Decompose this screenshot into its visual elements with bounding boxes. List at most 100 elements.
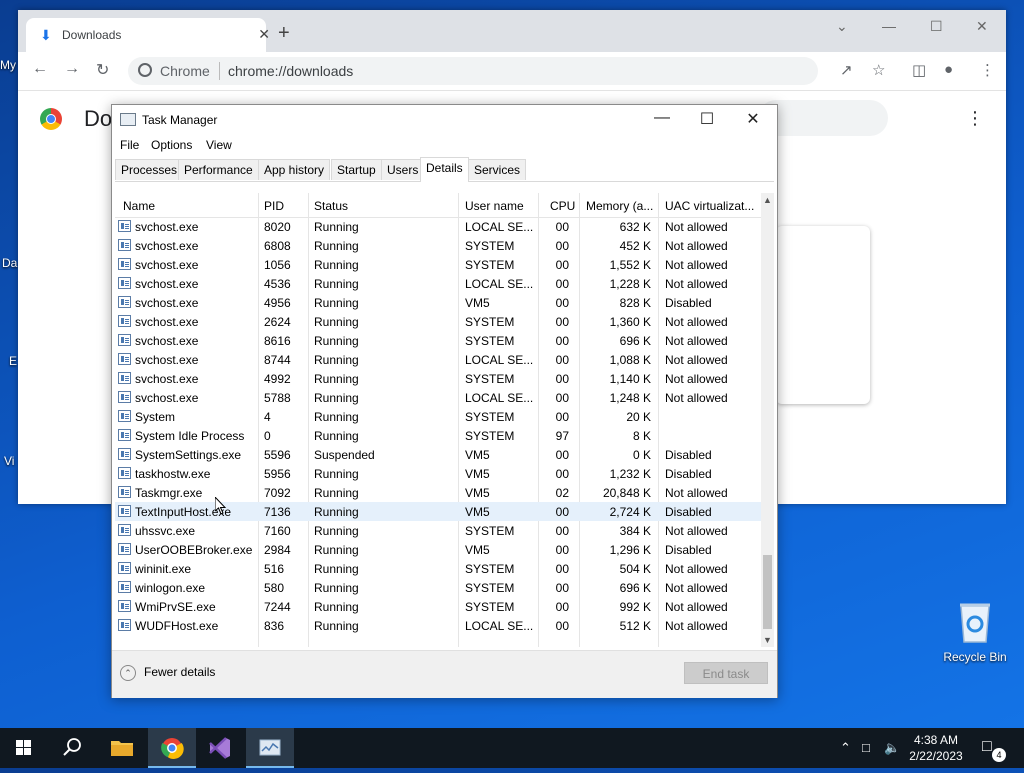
recycle-bin-icon[interactable]: Recycle Bin bbox=[940, 600, 1010, 664]
new-tab-icon[interactable]: + bbox=[278, 22, 290, 45]
column-header-name[interactable]: Name bbox=[123, 199, 155, 213]
column-header-uac[interactable]: UAC virtualizat... bbox=[665, 199, 754, 213]
desktop-icon-label[interactable]: My bbox=[0, 58, 16, 72]
minimize-icon[interactable]: — bbox=[882, 18, 896, 34]
site-info-icon[interactable] bbox=[138, 63, 152, 77]
desktop-icon-label[interactable]: Vi bbox=[4, 454, 14, 468]
process-name: System Idle Process bbox=[135, 429, 245, 443]
tab-startup[interactable]: Startup bbox=[331, 159, 382, 180]
minimize-icon[interactable]: — bbox=[647, 109, 677, 127]
column-header-status[interactable]: Status bbox=[314, 199, 348, 213]
maximize-icon[interactable]: ☐ bbox=[930, 18, 943, 35]
column-header-pid[interactable]: PID bbox=[264, 199, 284, 213]
profile-avatar-icon[interactable]: ● bbox=[944, 61, 953, 78]
process-uac: Not allowed bbox=[665, 334, 728, 348]
notification-center-icon[interactable]: □ bbox=[982, 738, 992, 756]
process-cpu: 00 bbox=[555, 524, 569, 538]
reload-icon[interactable]: ↻ bbox=[96, 60, 109, 80]
tab-performance[interactable]: Performance bbox=[178, 159, 259, 180]
address-bar[interactable]: Chrome chrome://downloads bbox=[128, 57, 818, 85]
table-row[interactable]: svchost.exe 1056 Running SYSTEM 00 1,552 K Not… bbox=[115, 255, 761, 274]
desktop-icon-label[interactable]: E bbox=[9, 354, 17, 368]
chrome-menu-icon[interactable]: ⋮ bbox=[980, 61, 995, 79]
clock[interactable]: 4:38 AM 2/22/2023 bbox=[904, 732, 968, 764]
process-user: SYSTEM bbox=[465, 429, 515, 443]
tab-services[interactable]: Services bbox=[468, 159, 527, 180]
scroll-down-icon[interactable]: ▼ bbox=[763, 635, 772, 645]
desktop-icon-label[interactable]: Da bbox=[2, 256, 17, 270]
process-user: VM5 bbox=[465, 505, 490, 519]
vertical-scrollbar[interactable]: ▲ ▼ bbox=[761, 193, 774, 647]
table-row[interactable]: WmiPrvSE.exe 7244 Running SYSTEM 00 992 K Not … bbox=[115, 597, 761, 616]
table-row[interactable]: Taskmgr.exe 7092 Running VM5 02 20,848 K Not a… bbox=[115, 483, 761, 502]
tab-details[interactable]: Details bbox=[420, 157, 469, 182]
tab-users[interactable]: Users bbox=[381, 159, 425, 180]
show-hidden-icons-icon[interactable]: ⌃ bbox=[840, 740, 851, 756]
table-row[interactable]: WUDFHost.exe 836 Running LOCAL SE... 00 512 K… bbox=[115, 616, 761, 635]
tab-processes[interactable]: Processes bbox=[115, 159, 184, 180]
volume-icon[interactable]: 🔈 bbox=[884, 740, 900, 756]
column-header-memory[interactable]: Memory (a... bbox=[586, 199, 653, 213]
process-cpu: 00 bbox=[555, 220, 569, 234]
table-row[interactable]: wininit.exe 516 Running SYSTEM 00 504 K Not al… bbox=[115, 559, 761, 578]
menu-file[interactable]: File bbox=[120, 138, 139, 152]
bookmark-star-icon[interactable]: ☆ bbox=[872, 61, 885, 79]
table-row[interactable]: TextInputHost.exe 7136 Running VM5 00 2,724 K… bbox=[115, 502, 761, 521]
url-text[interactable]: chrome://downloads bbox=[228, 63, 353, 79]
column-header-user-name[interactable]: User name bbox=[465, 199, 524, 213]
fewer-details-button[interactable]: ⌃ Fewer details bbox=[120, 665, 215, 681]
table-row[interactable]: svchost.exe 6808 Running SYSTEM 00 452 K Not a… bbox=[115, 236, 761, 255]
title-bar[interactable]: Task Manager — ☐ ✕ bbox=[112, 105, 777, 135]
task-manager-window[interactable]: Task Manager — ☐ ✕ File Options View Pro… bbox=[111, 104, 778, 698]
chrome-taskbar-button[interactable] bbox=[148, 728, 196, 768]
visual-studio-button[interactable] bbox=[196, 728, 244, 768]
process-icon bbox=[118, 391, 131, 403]
table-row[interactable]: System Idle Process 0 Running SYSTEM 97 8 K bbox=[115, 426, 761, 445]
tab-downloads[interactable]: ⬇ Downloads ✕ bbox=[26, 18, 270, 52]
end-task-button[interactable]: End task bbox=[684, 662, 768, 684]
forward-icon[interactable]: → bbox=[64, 60, 80, 78]
table-row[interactable]: UserOOBEBroker.exe 2984 Running VM5 00 1,296 … bbox=[115, 540, 761, 559]
search-button[interactable] bbox=[48, 728, 96, 768]
process-user: VM5 bbox=[465, 296, 490, 310]
process-name: svchost.exe bbox=[135, 391, 199, 405]
process-status: Running bbox=[314, 581, 359, 595]
share-icon[interactable]: ↗ bbox=[840, 61, 853, 79]
tab-search-icon[interactable]: ⌄ bbox=[836, 18, 848, 35]
table-row[interactable]: taskhostw.exe 5956 Running VM5 00 1,232 K Disa… bbox=[115, 464, 761, 483]
back-icon[interactable]: ← bbox=[32, 60, 48, 78]
close-tab-icon[interactable]: ✕ bbox=[258, 26, 270, 43]
task-manager-taskbar-button[interactable] bbox=[246, 728, 294, 768]
close-icon[interactable]: ✕ bbox=[738, 109, 768, 129]
scroll-up-icon[interactable]: ▲ bbox=[763, 195, 772, 205]
menu-options[interactable]: Options bbox=[151, 138, 192, 152]
downloads-menu-icon[interactable]: ⋮ bbox=[966, 108, 984, 129]
tab-app-history[interactable]: App history bbox=[258, 159, 331, 180]
separator bbox=[219, 62, 220, 80]
table-row[interactable]: SystemSettings.exe 5596 Suspended VM5 00 0 K D… bbox=[115, 445, 761, 464]
process-icon bbox=[118, 372, 131, 384]
maximize-icon[interactable]: ☐ bbox=[692, 109, 722, 129]
side-panel-icon[interactable]: ◫ bbox=[912, 61, 926, 79]
table-row[interactable]: uhssvc.exe 7160 Running SYSTEM 00 384 K Not al… bbox=[115, 521, 761, 540]
table-row[interactable]: winlogon.exe 580 Running SYSTEM 00 696 K Not a… bbox=[115, 578, 761, 597]
table-row[interactable]: svchost.exe 4536 Running LOCAL SE... 00 1,228… bbox=[115, 274, 761, 293]
menu-view[interactable]: View bbox=[206, 138, 232, 152]
table-row[interactable]: svchost.exe 2624 Running SYSTEM 00 1,360 K Not… bbox=[115, 312, 761, 331]
table-row[interactable]: System 4 Running SYSTEM 00 20 K bbox=[115, 407, 761, 426]
table-row[interactable]: svchost.exe 8744 Running LOCAL SE... 00 1,088… bbox=[115, 350, 761, 369]
column-header-cpu[interactable]: CPU bbox=[550, 199, 575, 213]
table-row[interactable]: svchost.exe 8616 Running SYSTEM 00 696 K Not a… bbox=[115, 331, 761, 350]
table-row[interactable]: svchost.exe 4992 Running SYSTEM 00 1,140 K Not… bbox=[115, 369, 761, 388]
table-row[interactable]: svchost.exe 8020 Running LOCAL SE... 00 632 K… bbox=[115, 217, 761, 236]
table-row[interactable]: svchost.exe 4956 Running VM5 00 828 K Disabled bbox=[115, 293, 761, 312]
file-explorer-button[interactable] bbox=[98, 728, 146, 768]
scrollbar-thumb[interactable] bbox=[763, 555, 772, 629]
process-uac: Not allowed bbox=[665, 562, 728, 576]
process-uac: Disabled bbox=[665, 543, 712, 557]
start-button[interactable] bbox=[0, 728, 48, 768]
table-row[interactable]: svchost.exe 5788 Running LOCAL SE... 00 1,248… bbox=[115, 388, 761, 407]
close-icon[interactable]: ✕ bbox=[976, 18, 988, 35]
network-icon[interactable]: □ bbox=[862, 740, 870, 755]
process-memory: 1,232 K bbox=[609, 467, 651, 481]
